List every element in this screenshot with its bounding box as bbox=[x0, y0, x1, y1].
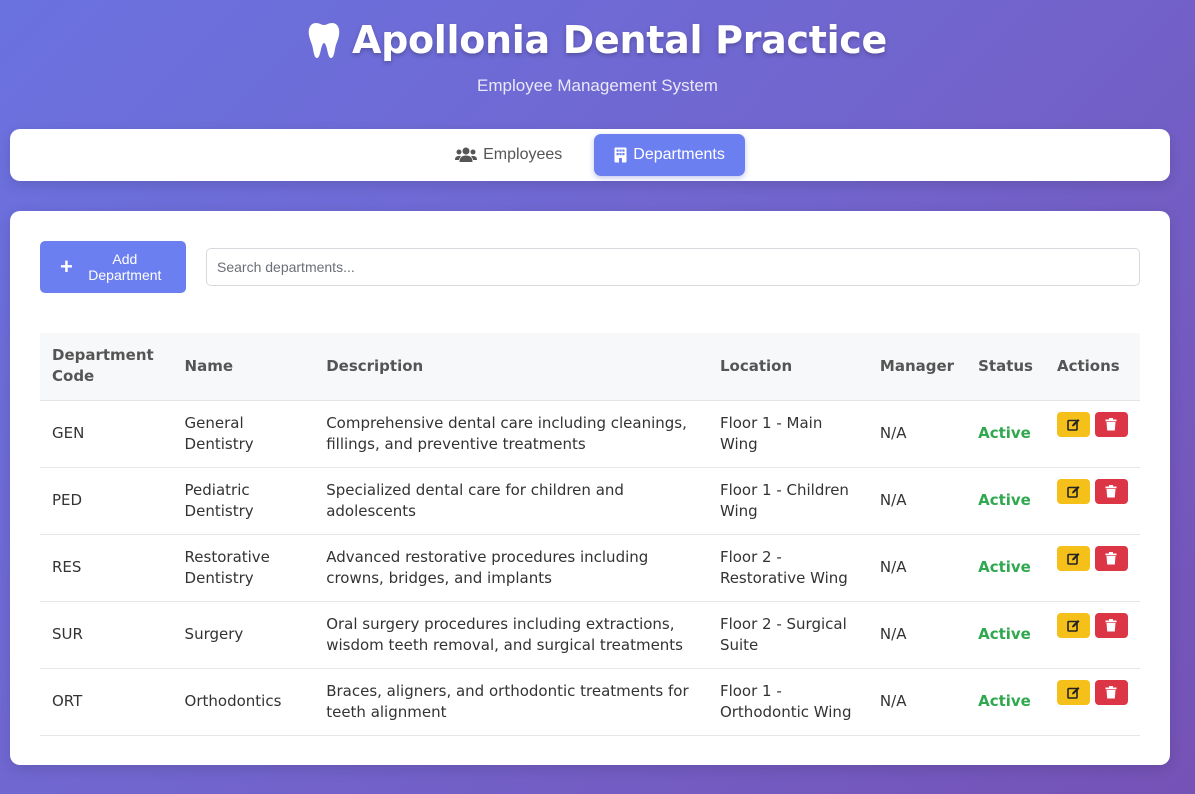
cell-actions bbox=[1044, 400, 1140, 468]
col-header-actions: Actions bbox=[1044, 333, 1140, 401]
trash-icon bbox=[1105, 619, 1117, 632]
tooth-icon bbox=[308, 23, 340, 58]
status-badge: Active bbox=[966, 400, 1045, 468]
users-icon bbox=[455, 147, 478, 162]
status-badge: Active bbox=[966, 668, 1045, 736]
table-row: RES Restorative Dentistry Advanced resto… bbox=[40, 534, 1140, 602]
tab-departments[interactable]: Departments bbox=[594, 134, 745, 176]
status-badge: Active bbox=[966, 601, 1045, 669]
delete-button[interactable] bbox=[1094, 412, 1128, 437]
cell-location: Floor 2 - Restorative Wing bbox=[707, 534, 868, 602]
edit-button[interactable] bbox=[1056, 613, 1090, 638]
tab-employees[interactable]: Employees bbox=[435, 134, 582, 176]
cell-code: RES bbox=[40, 534, 173, 602]
main-nav: Employees Departments bbox=[10, 129, 1170, 181]
cell-actions bbox=[1044, 668, 1140, 736]
col-header-code: Department Code bbox=[40, 333, 173, 401]
delete-button[interactable] bbox=[1094, 680, 1128, 705]
table-row: PED Pediatric Dentistry Specialized dent… bbox=[40, 467, 1140, 535]
cell-code: GEN bbox=[40, 400, 173, 468]
edit-icon bbox=[1067, 486, 1080, 498]
page-subtitle: Employee Management System bbox=[477, 76, 718, 95]
title-row: Apollonia Dental Practice bbox=[0, 14, 1195, 66]
building-icon bbox=[614, 147, 627, 163]
cell-code: SUR bbox=[40, 601, 173, 669]
status-badge: Active bbox=[966, 534, 1045, 602]
cell-code: ORT bbox=[40, 668, 173, 736]
edit-icon bbox=[1067, 620, 1080, 632]
trash-icon bbox=[1105, 418, 1117, 431]
cell-manager: N/A bbox=[867, 467, 967, 535]
cell-name: Pediatric Dentistry bbox=[172, 467, 315, 535]
cell-description: Comprehensive dental care including clea… bbox=[314, 400, 708, 468]
cell-location: Floor 2 - Surgical Suite bbox=[707, 601, 868, 669]
cell-description: Braces, aligners, and orthodontic treatm… bbox=[314, 668, 708, 736]
tab-employees-label: Employees bbox=[483, 146, 563, 163]
cell-manager: N/A bbox=[867, 400, 967, 468]
row-actions bbox=[1056, 546, 1128, 571]
cell-name: Orthodontics bbox=[172, 668, 315, 736]
cell-actions bbox=[1044, 534, 1140, 602]
cell-location: Floor 1 - Main Wing bbox=[707, 400, 868, 468]
cell-actions bbox=[1044, 601, 1140, 669]
cell-name: General Dentistry bbox=[172, 400, 315, 468]
edit-button[interactable] bbox=[1056, 479, 1090, 504]
row-actions bbox=[1056, 680, 1128, 705]
cell-description: Oral surgery procedures including extrac… bbox=[314, 601, 708, 669]
status-badge: Active bbox=[966, 467, 1045, 535]
cell-name: Restorative Dentistry bbox=[172, 534, 315, 602]
col-header-status: Status bbox=[966, 333, 1045, 401]
col-header-location: Location bbox=[707, 333, 868, 401]
search-input[interactable] bbox=[206, 248, 1140, 286]
col-header-description: Description bbox=[314, 333, 708, 401]
edit-icon bbox=[1067, 419, 1080, 431]
col-header-manager: Manager bbox=[867, 333, 967, 401]
edit-button[interactable] bbox=[1056, 680, 1090, 705]
add-department-button[interactable]: + Add Department bbox=[40, 241, 186, 293]
edit-icon bbox=[1067, 553, 1080, 565]
cell-manager: N/A bbox=[867, 534, 967, 602]
col-header-name: Name bbox=[172, 333, 315, 401]
page-title: Apollonia Dental Practice bbox=[351, 18, 887, 62]
row-actions bbox=[1056, 613, 1128, 638]
add-department-label: Add Department bbox=[88, 251, 162, 283]
delete-button[interactable] bbox=[1094, 479, 1128, 504]
trash-icon bbox=[1105, 686, 1117, 699]
table-row: SUR Surgery Oral surgery procedures incl… bbox=[40, 601, 1140, 669]
cell-manager: N/A bbox=[867, 668, 967, 736]
trash-icon bbox=[1105, 485, 1117, 498]
cell-code: PED bbox=[40, 467, 173, 535]
departments-table: Department Code Name Description Locatio… bbox=[40, 333, 1140, 736]
table-row: GEN General Dentistry Comprehensive dent… bbox=[40, 400, 1140, 468]
plus-icon: + bbox=[60, 254, 73, 279]
trash-icon bbox=[1105, 552, 1117, 565]
edit-button[interactable] bbox=[1056, 412, 1090, 437]
departments-panel: + Add Department Department Code Name De… bbox=[10, 211, 1170, 765]
delete-button[interactable] bbox=[1094, 613, 1128, 638]
cell-location: Floor 1 - Orthodontic Wing bbox=[707, 668, 868, 736]
cell-actions bbox=[1044, 467, 1140, 535]
page-header: Apollonia Dental Practice Employee Manag… bbox=[0, 14, 1195, 96]
cell-description: Advanced restorative procedures includin… bbox=[314, 534, 708, 602]
cell-location: Floor 1 - Children Wing bbox=[707, 467, 868, 535]
cell-description: Specialized dental care for children and… bbox=[314, 467, 708, 535]
cell-manager: N/A bbox=[867, 601, 967, 669]
table-row: ORT Orthodontics Braces, aligners, and o… bbox=[40, 668, 1140, 736]
cell-name: Surgery bbox=[172, 601, 315, 669]
table-header-row: Department Code Name Description Locatio… bbox=[40, 333, 1140, 401]
row-actions bbox=[1056, 479, 1128, 504]
delete-button[interactable] bbox=[1094, 546, 1128, 571]
tab-departments-label: Departments bbox=[633, 146, 725, 163]
edit-icon bbox=[1067, 687, 1080, 699]
edit-button[interactable] bbox=[1056, 546, 1090, 571]
row-actions bbox=[1056, 412, 1128, 437]
